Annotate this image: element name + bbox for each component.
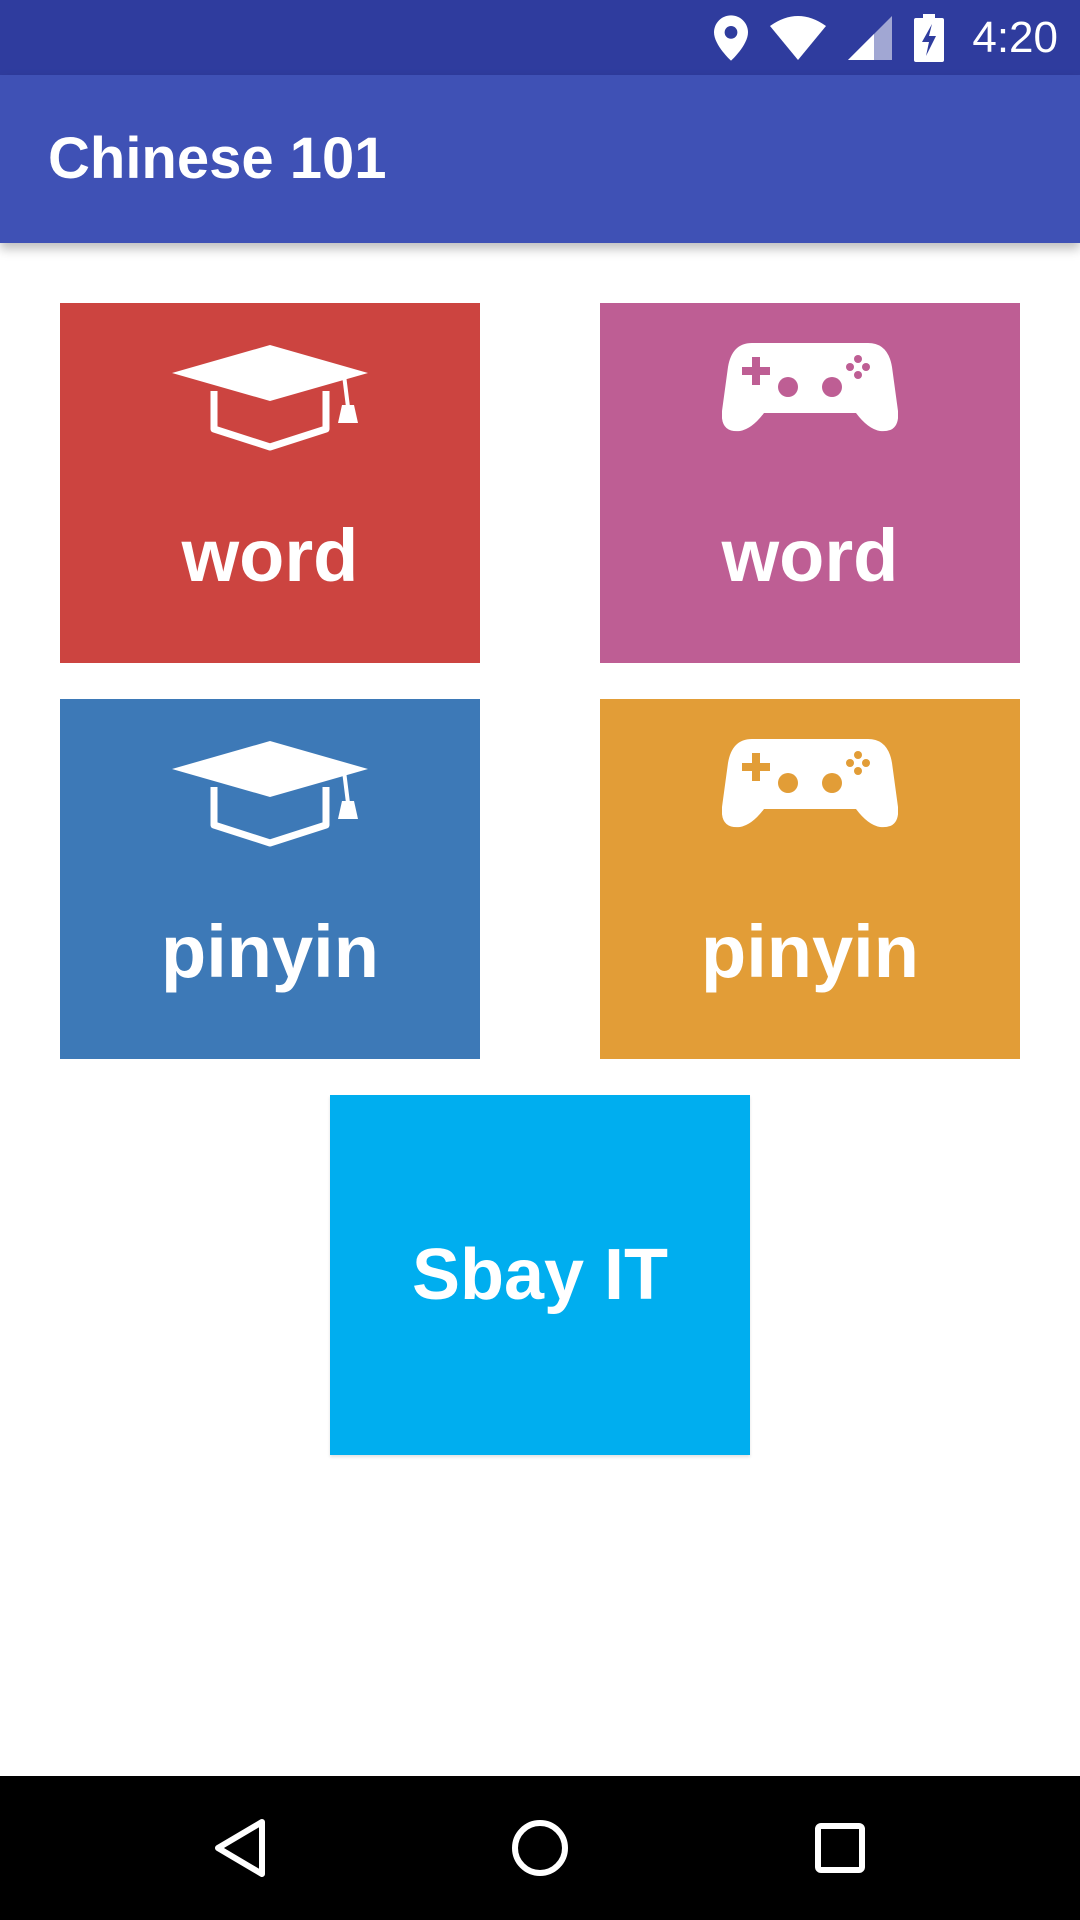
pinyin-learn-tile[interactable]: pinyin bbox=[60, 699, 480, 1059]
signal-icon bbox=[848, 15, 893, 60]
tile-label: pinyin bbox=[701, 910, 919, 993]
wifi-icon bbox=[770, 15, 827, 60]
graduation-cap-icon bbox=[172, 741, 368, 847]
pinyin-game-tile[interactable]: pinyin bbox=[600, 699, 1020, 1059]
home-button[interactable] bbox=[480, 1776, 600, 1920]
status-bar: 4:20 bbox=[0, 0, 1080, 75]
tile-label: pinyin bbox=[161, 910, 379, 993]
gamepad-icon bbox=[722, 739, 898, 828]
battery-charging-icon bbox=[914, 13, 945, 62]
recents-button[interactable] bbox=[780, 1776, 900, 1920]
gamepad-icon bbox=[722, 343, 898, 432]
status-time: 4:20 bbox=[972, 12, 1058, 62]
home-icon bbox=[512, 1820, 568, 1876]
tile-label: Sbay IT bbox=[411, 1235, 669, 1315]
back-button[interactable] bbox=[180, 1776, 300, 1920]
sbay-it-tile[interactable]: Sbay IT bbox=[330, 1095, 750, 1455]
location-icon bbox=[714, 14, 749, 61]
app-bar: Chinese 101 bbox=[0, 75, 1080, 243]
tile-label: word bbox=[721, 514, 899, 597]
tile-label: word bbox=[181, 514, 359, 597]
app-title: Chinese 101 bbox=[48, 126, 387, 191]
status-icons: 4:20 bbox=[714, 0, 1058, 75]
navigation-bar bbox=[0, 1776, 1080, 1920]
back-icon bbox=[215, 1819, 265, 1877]
graduation-cap-icon bbox=[172, 345, 368, 451]
word-game-tile[interactable]: word bbox=[600, 303, 1020, 663]
recents-icon bbox=[815, 1823, 865, 1873]
word-learn-tile[interactable]: word bbox=[60, 303, 480, 663]
